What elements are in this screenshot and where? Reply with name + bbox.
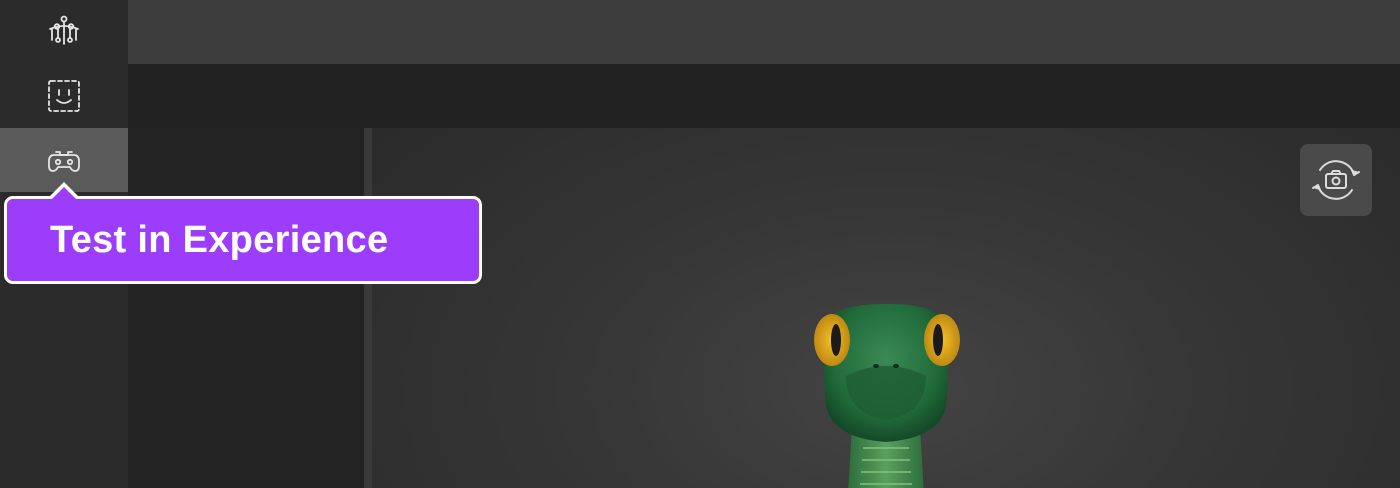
properties-panel [128,128,364,488]
face-frame-icon [48,80,80,112]
rig-nodes-icon [49,15,79,45]
test-in-experience-tooltip: Test in Experience [4,196,482,284]
snake-avatar [814,304,960,488]
rig-button[interactable] [0,0,128,64]
avatar-viewport[interactable] [372,128,1400,488]
gamepad-icon [48,151,80,172]
top-bar [128,0,1400,64]
face-capture-button[interactable] [0,64,128,128]
secondary-toolbar [128,64,1400,128]
panel-resize-handle[interactable] [364,128,372,488]
camera-rotate-button[interactable] [1300,144,1372,216]
camera-rotate-icon [1312,160,1360,200]
tooltip-label: Test in Experience [50,218,389,261]
tooltip-pointer-fill [51,187,77,200]
